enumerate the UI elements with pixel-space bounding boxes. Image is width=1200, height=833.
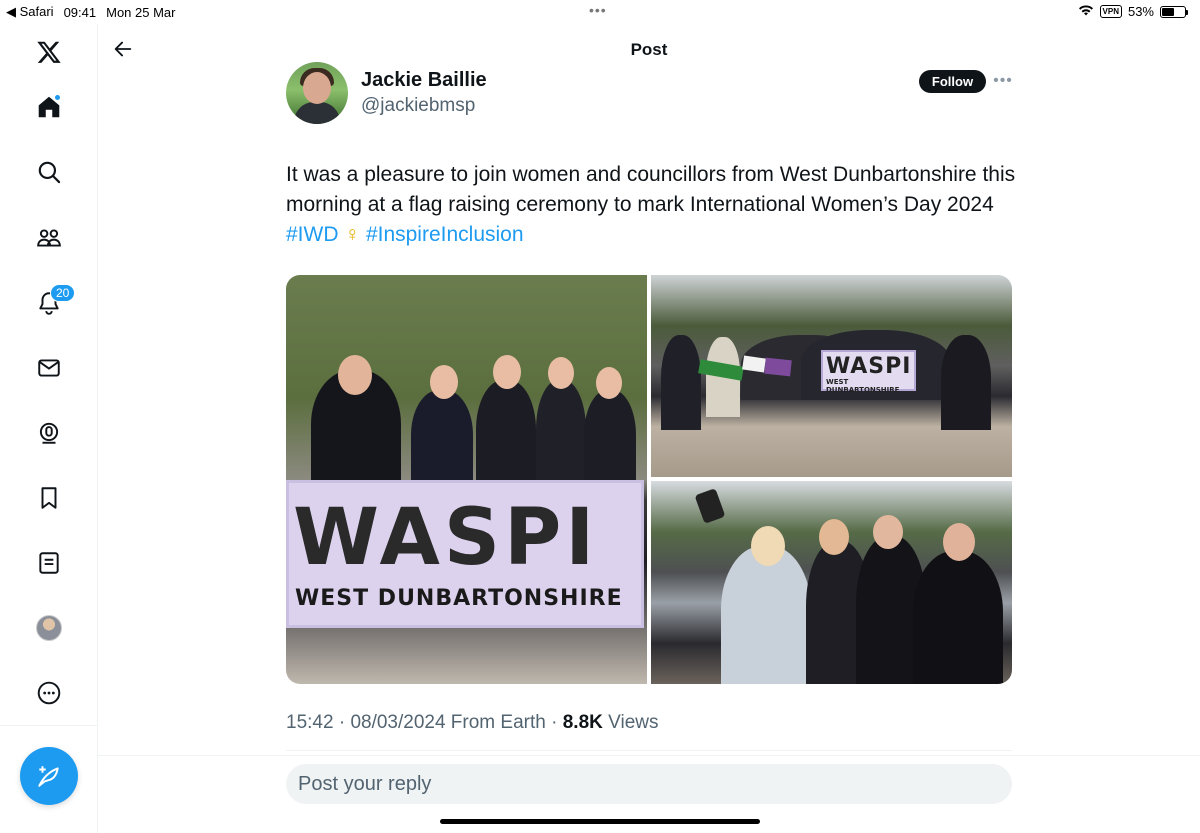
person-head: [751, 526, 785, 566]
home-unread-dot: [54, 94, 61, 101]
more-icon: [37, 681, 61, 705]
views-label: Views: [602, 712, 659, 733]
sidebar-item-lists[interactable]: [30, 544, 68, 582]
venus-emoji: ♀: [344, 223, 361, 246]
x-logo-icon[interactable]: [30, 33, 68, 71]
phone-camera: [694, 488, 726, 524]
wifi-icon: [1078, 4, 1094, 19]
person-head: [596, 367, 622, 399]
views-count[interactable]: 8.8K: [563, 712, 603, 733]
meta-separator: ·: [333, 712, 351, 733]
person-figure: [584, 390, 636, 490]
suffragette-flag-white: [742, 355, 766, 373]
avatar-face: [303, 72, 331, 104]
multitask-dots[interactable]: •••: [589, 2, 607, 18]
person-head: [819, 519, 849, 555]
compose-feather-icon: [38, 766, 59, 787]
tweet-date[interactable]: 08/03/2024: [350, 712, 445, 733]
banner-subtitle: WEST DUNBARTONSHIRE: [295, 586, 623, 611]
page-header: Post: [98, 24, 1200, 74]
spaces-icon: [39, 422, 59, 444]
profile-avatar: [36, 615, 62, 641]
follow-button[interactable]: Follow: [919, 70, 986, 93]
bookmarks-icon: [41, 487, 57, 509]
avatar-body: [294, 102, 340, 124]
author-handle[interactable]: @jackiebmsp: [361, 95, 475, 117]
tweet-more-icon[interactable]: •••: [992, 70, 1014, 92]
compose-button[interactable]: [20, 747, 78, 805]
tweet-text: It was a pleasure to join women and coun…: [286, 160, 1016, 250]
person-figure: [913, 551, 1003, 684]
meta-divider: [286, 750, 1012, 751]
status-bar: ◀ Safari 09:41 Mon 25 Mar ••• VPN 53%: [0, 0, 1200, 24]
tweet-text-main: It was a pleasure to join women and coun…: [286, 163, 1016, 216]
battery-icon: [1160, 5, 1188, 18]
sidebar-item-search[interactable]: [30, 153, 68, 191]
search-icon: [38, 161, 61, 184]
vpn-badge: VPN: [1099, 5, 1122, 18]
waspi-banner-small: WASPI WEST DUNBARTONSHIRE: [821, 350, 916, 394]
sidebar-item-communities[interactable]: [30, 219, 68, 257]
media-grid: WASPI WEST DUNBARTONSHIRE WASPI WEST DUN…: [286, 275, 1012, 684]
sidebar-item-spaces[interactable]: [30, 414, 68, 452]
reply-divider: [98, 755, 1200, 756]
banner-title: WASPI: [293, 493, 599, 583]
hashtag-iwd[interactable]: #IWD: [286, 223, 339, 246]
person-figure: [476, 380, 536, 490]
battery-percent: 53%: [1127, 4, 1154, 19]
person-head: [873, 515, 903, 549]
suffragette-flag-purple: [764, 357, 792, 377]
person-figure: [536, 380, 586, 490]
person-head: [943, 523, 975, 561]
tweet-time[interactable]: 15:42: [286, 712, 334, 733]
communities-icon: [37, 229, 61, 247]
home-indicator[interactable]: [440, 819, 760, 824]
sidebar-item-bookmarks[interactable]: [30, 479, 68, 517]
status-time: 09:41: [63, 4, 97, 20]
hashtag-inspireinclusion[interactable]: #InspireInclusion: [366, 223, 524, 246]
battery-fill: [1162, 7, 1174, 16]
sidebar-item-home[interactable]: [30, 88, 68, 126]
page-title: Post: [630, 40, 668, 59]
person-head: [493, 355, 521, 389]
person-head: [338, 355, 372, 395]
meta-separator: ·: [545, 712, 563, 733]
author-name[interactable]: Jackie Baillie: [361, 69, 487, 92]
status-date: Mon 25 Mar: [106, 4, 176, 20]
sidebar-item-profile[interactable]: [30, 609, 68, 647]
photo-flag-raising[interactable]: WASPI WEST DUNBARTONSHIRE: [651, 275, 1012, 477]
sidebar-item-messages[interactable]: [30, 349, 68, 387]
person-figure: [721, 546, 811, 684]
messages-icon: [38, 359, 60, 377]
author-avatar[interactable]: [286, 62, 348, 124]
person-figure: [941, 335, 991, 430]
sidebar-item-more[interactable]: [30, 674, 68, 712]
sidebar-divider: [0, 725, 98, 726]
tweet-source: From Earth: [445, 712, 546, 733]
person-figure: [661, 335, 701, 430]
notifications-badge: 20: [50, 284, 76, 302]
tweet-meta: 15:42 · 08/03/2024 From Earth · 8.8K Vie…: [286, 712, 659, 734]
sidebar-item-notifications[interactable]: 20: [30, 284, 76, 322]
person-head: [430, 365, 458, 399]
photo-selfie[interactable]: [651, 481, 1012, 684]
reply-input[interactable]: [286, 764, 1012, 804]
person-head: [548, 357, 574, 389]
banner-title: WASPI: [826, 354, 912, 379]
lists-icon: [39, 552, 59, 574]
waspi-banner: WASPI WEST DUNBARTONSHIRE: [286, 480, 644, 628]
photo-group-banner[interactable]: WASPI WEST DUNBARTONSHIRE: [286, 275, 647, 684]
sidebar: 20: [0, 24, 98, 833]
back-to-app-link[interactable]: ◀ Safari: [6, 4, 54, 20]
banner-subtitle: WEST DUNBARTONSHIRE: [826, 378, 900, 394]
person-figure: [411, 390, 473, 490]
